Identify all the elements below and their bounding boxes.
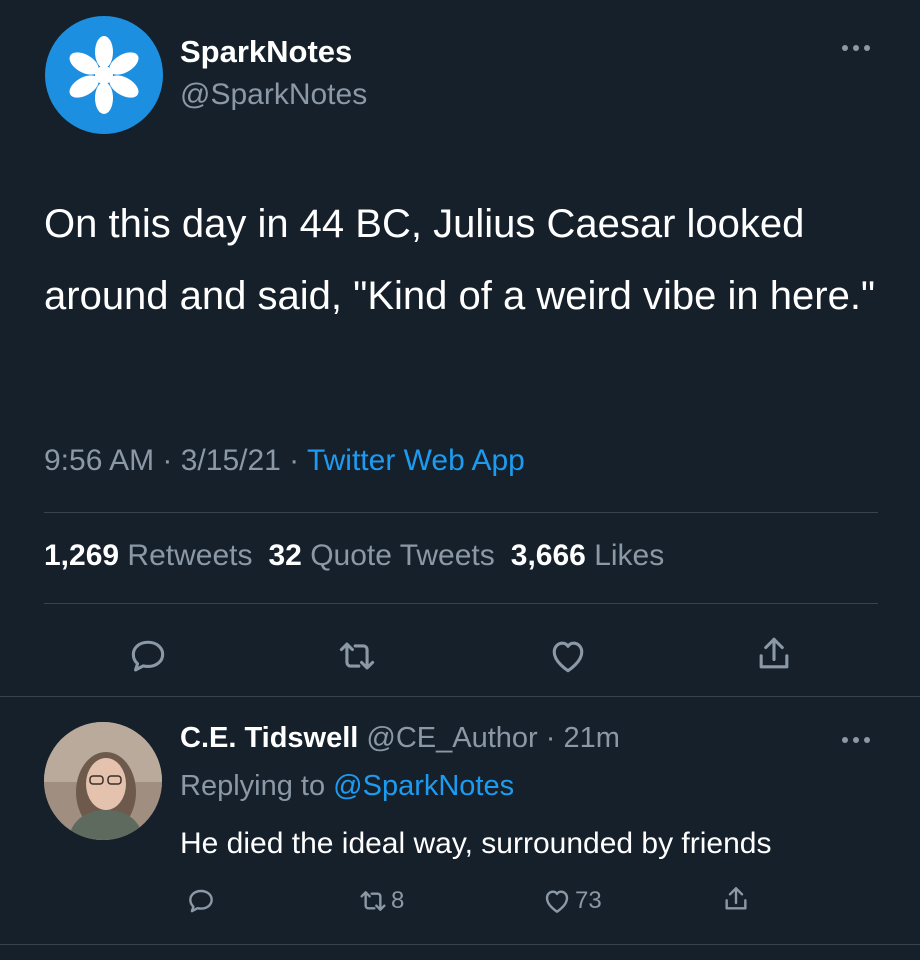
retweet-icon[interactable] — [335, 634, 379, 678]
likes-label: Likes — [594, 539, 665, 572]
reply-retweet-button[interactable]: 8 — [357, 884, 404, 918]
section-divider — [0, 944, 920, 945]
author-name[interactable]: SparkNotes — [180, 34, 352, 70]
reply-author-handle[interactable]: @CE_Author — [366, 722, 537, 754]
likes-stat[interactable]: 3,666 Likes — [511, 539, 664, 572]
reply-header: C.E. Tidswell @CE_Author · 21m — [180, 722, 620, 755]
tweet-text: On this day in 44 BC, Julius Caesar look… — [44, 202, 876, 318]
tweet-meta: 9:56 AM · 3/15/21 · Twitter Web App — [44, 444, 525, 478]
replying-mention-link[interactable]: @SparkNotes — [333, 770, 514, 802]
reply-icon[interactable] — [126, 634, 170, 678]
tweet-stats: 1,269 Retweets 32 Quote Tweets 3,666 Likes — [44, 539, 664, 573]
retweets-label: Retweets — [127, 539, 253, 572]
divider — [44, 512, 878, 513]
meta-separator: · — [280, 444, 307, 477]
heart-icon[interactable] — [546, 634, 590, 678]
tweet-source-link[interactable]: Twitter Web App — [307, 444, 525, 477]
reply-more-options-icon[interactable] — [836, 728, 876, 752]
reply-like-button[interactable]: 73 — [541, 884, 602, 918]
reply-author-name[interactable]: C.E. Tidswell — [180, 722, 358, 754]
share-icon — [725, 887, 747, 910]
reply-text: He died the ideal way, surrounded by fri… — [180, 827, 772, 860]
retweets-count: 1,269 — [44, 539, 120, 572]
section-divider — [0, 696, 920, 697]
likes-count: 3,666 — [510, 539, 586, 572]
tweet-detail-page: SparkNotes @SparkNotes On this day in 44… — [0, 0, 920, 960]
reply-retweet-count: 8 — [391, 887, 405, 914]
tweet-date[interactable]: 3/15/21 — [181, 444, 281, 477]
avatar[interactable] — [44, 722, 162, 840]
meta-separator: · — [154, 444, 181, 477]
retweets-stat[interactable]: 1,269 Retweets — [44, 539, 252, 572]
replying-to: Replying to @SparkNotes — [180, 770, 514, 803]
reply-icon — [189, 889, 213, 913]
reply-share-button[interactable] — [720, 882, 752, 916]
quote-count: 32 — [268, 539, 302, 572]
replying-prefix: Replying to — [180, 770, 326, 802]
tweet-time[interactable]: 9:56 AM — [44, 444, 154, 477]
share-icon[interactable] — [752, 632, 796, 676]
reply-reply-button[interactable] — [185, 884, 217, 918]
retweet-icon — [360, 891, 386, 911]
sparknotes-logo-icon[interactable] — [45, 16, 163, 134]
reply-separator: · — [537, 722, 564, 754]
heart-icon — [545, 890, 569, 913]
more-options-icon[interactable] — [836, 36, 876, 60]
author-handle[interactable]: @SparkNotes — [180, 78, 367, 112]
quote-label: Quote Tweets — [310, 539, 495, 572]
quote-tweets-stat[interactable]: 32 Quote Tweets — [268, 539, 494, 572]
divider — [44, 603, 878, 604]
reply-like-count: 73 — [575, 887, 602, 914]
reply-time[interactable]: 21m — [564, 722, 620, 754]
